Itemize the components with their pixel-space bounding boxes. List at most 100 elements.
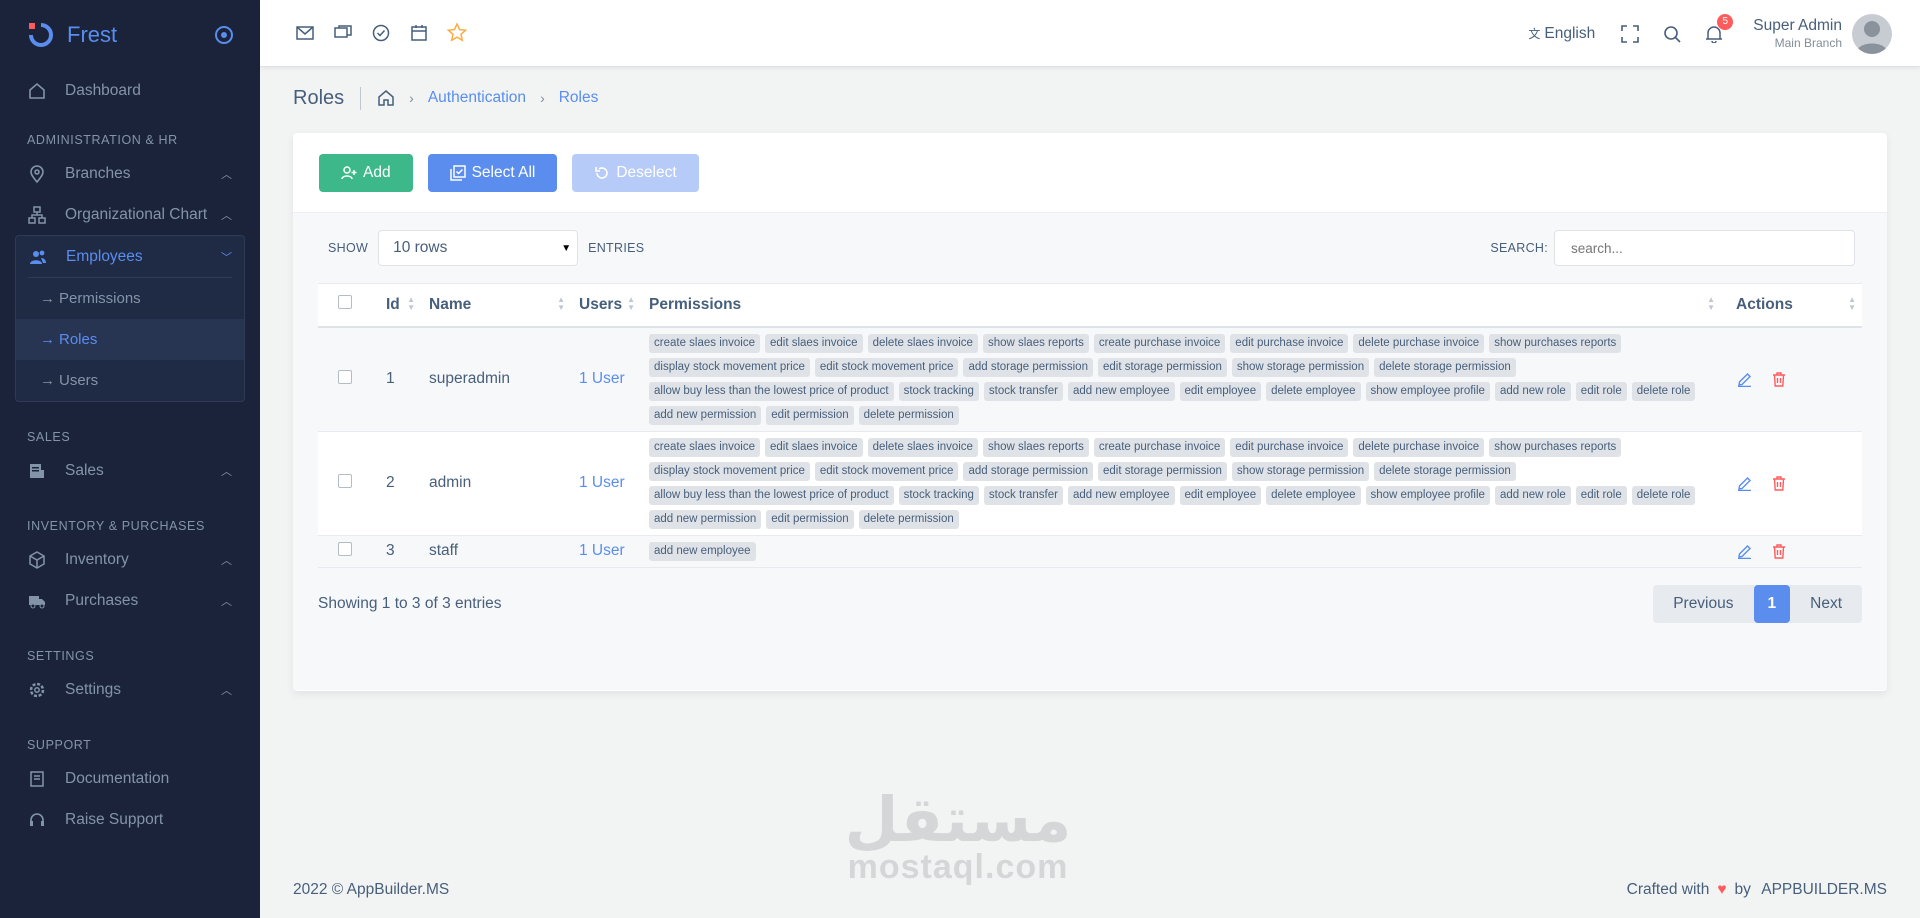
deselect-button[interactable]: Deselect — [572, 153, 699, 192]
sidebar-item-label: Branches — [65, 164, 131, 182]
column-header-permissions[interactable]: Permissions ▲ ▼ — [641, 283, 1721, 328]
user-branch: Main Branch — [1774, 36, 1842, 50]
users-link[interactable]: 1 User — [579, 542, 625, 559]
table-row[interactable]: 3 staff 1 User add new employee — [318, 535, 1862, 568]
trash-icon[interactable] — [1772, 543, 1786, 559]
sidebar-item-purchases[interactable]: Purchases ︿ — [0, 580, 260, 621]
sidebar-toggle-icon[interactable] — [215, 26, 233, 44]
sidebar-subitem-users[interactable]: → Users — [16, 360, 244, 401]
column-header-name[interactable]: Name ▲ ▼ — [421, 283, 571, 328]
permission-tag: delete role — [1631, 381, 1696, 401]
breadcrumb-roles[interactable]: Roles — [559, 89, 599, 107]
page-button-current[interactable]: 1 — [1753, 584, 1791, 623]
bell-icon[interactable]: 5 — [1703, 13, 1734, 45]
sidebar-item-raise-support[interactable]: Raise Support — [0, 799, 260, 840]
previous-button[interactable]: Previous — [1653, 585, 1753, 623]
permission-tag: show employee profile — [1365, 485, 1490, 505]
edit-icon[interactable] — [1737, 544, 1752, 559]
cell-users: 1 User — [571, 535, 641, 568]
permission-tags: add new employee — [649, 541, 1699, 561]
trash-icon[interactable] — [1772, 371, 1786, 387]
sort-icon: ▲ ▼ — [1707, 295, 1715, 312]
cell-permissions: add new employee — [641, 535, 1721, 568]
sidebar-item-inventory[interactable]: Inventory ︿ — [0, 539, 260, 580]
chat-icon[interactable] — [332, 22, 353, 43]
user-plus-icon — [341, 165, 357, 179]
sidebar-subitem-roles[interactable]: → Roles — [16, 319, 244, 360]
chevron-up-icon: ︿ — [221, 684, 232, 697]
star-icon[interactable] — [446, 22, 467, 43]
sidebar-item-documentation[interactable]: Documentation — [0, 758, 260, 799]
sidebar-item-sales[interactable]: Sales ︿ — [0, 450, 260, 491]
sidebar-item-branches[interactable]: Branches ︿ — [0, 153, 260, 194]
permission-tag: delete purchase invoice — [1353, 437, 1485, 457]
users-link[interactable]: 1 User — [579, 474, 625, 491]
rows-per-page-select[interactable]: 10 rows ▼ — [378, 230, 579, 266]
sidebar-item-label: Documentation — [65, 769, 170, 787]
section-header-inventory-purchases: INVENTORY & PURCHASES — [27, 519, 205, 533]
permission-tag: show purchases reports — [1489, 333, 1622, 353]
permission-tag: display stock movement price — [649, 461, 810, 481]
fullscreen-icon[interactable] — [1619, 23, 1641, 45]
section-header-admin-hr: ADMINISTRATION & HR — [27, 133, 178, 147]
edit-icon[interactable] — [1737, 476, 1752, 491]
row-checkbox[interactable] — [338, 369, 352, 384]
search-label: SEARCH: — [1490, 241, 1548, 255]
trash-icon[interactable] — [1772, 475, 1786, 491]
permission-tag: delete slaes invoice — [867, 437, 978, 457]
by-text: by — [1734, 881, 1751, 898]
sidebar-item-label: Settings — [65, 680, 122, 698]
calendar-icon[interactable] — [408, 22, 429, 43]
add-button[interactable]: Add — [319, 153, 413, 192]
table-header-row: Id ▲ ▼ Name ▲ ▼ Users ▲ ▼ Permissions ▲ ▼ Action… — [318, 283, 1862, 328]
sidebar-item-org-chart[interactable]: Organizational Chart ︿ — [0, 194, 260, 235]
permission-tag: add new role — [1494, 485, 1571, 505]
column-header-actions[interactable]: Actions ▲ ▼ — [1721, 283, 1862, 328]
row-checkbox-cell — [318, 431, 378, 536]
search-input[interactable] — [1554, 230, 1855, 266]
row-checkbox[interactable] — [338, 541, 352, 556]
truck-icon — [27, 591, 47, 611]
select-all-checkbox[interactable] — [338, 295, 352, 310]
headset-icon — [27, 810, 47, 830]
sidebar-item-employees[interactable]: Employees ﹀ — [16, 236, 244, 277]
sidebar-item-settings[interactable]: Settings ︿ — [0, 669, 260, 710]
permission-tag: allow buy less than the lowest price of … — [649, 381, 894, 401]
breadcrumb-authentication[interactable]: Authentication — [428, 89, 526, 107]
cell-name: staff — [421, 535, 571, 568]
user-info[interactable]: Super Admin Main Branch — [1753, 17, 1842, 50]
language-switcher[interactable]: 文 English — [1528, 25, 1595, 43]
language-label: English — [1544, 24, 1596, 42]
company-name[interactable]: APPBUILDER.MS — [1761, 881, 1887, 898]
sidebar-item-label: Dashboard — [65, 81, 141, 99]
cell-actions — [1721, 431, 1862, 536]
permission-tag: create purchase invoice — [1093, 437, 1226, 457]
table-row[interactable]: 1 superadmin 1 User create slaes invoice… — [318, 326, 1862, 432]
brand[interactable]: Frest — [0, 0, 260, 70]
mail-icon[interactable] — [294, 22, 315, 43]
edit-icon[interactable] — [1737, 372, 1752, 387]
sidebar-item-dashboard[interactable]: Dashboard — [0, 70, 260, 111]
sidebar-subitem-permissions[interactable]: → Permissions — [16, 278, 244, 319]
users-link[interactable]: 1 User — [579, 370, 625, 387]
select-all-button[interactable]: Select All — [427, 153, 558, 192]
table-row[interactable]: 2 admin 1 User create slaes invoice edit … — [318, 431, 1862, 536]
next-button[interactable]: Next — [1790, 585, 1862, 623]
row-checkbox[interactable] — [338, 473, 352, 488]
breadcrumb: Roles › Authentication › Roles — [293, 86, 612, 110]
home-icon — [27, 81, 47, 101]
page-footer: 2022 © AppBuilder.MS Crafted with ♥ by APP… — [293, 881, 1887, 899]
show-label: SHOW — [328, 241, 369, 255]
column-header-label: Permissions — [649, 295, 742, 313]
column-header-label: Actions — [1736, 295, 1793, 313]
permission-tag: add new role — [1494, 381, 1571, 401]
column-header-label: Users — [579, 295, 623, 313]
home-icon[interactable] — [377, 89, 395, 107]
sidebar-item-label: Employees — [66, 247, 143, 265]
avatar[interactable] — [1852, 13, 1892, 54]
check-circle-icon[interactable] — [370, 22, 391, 43]
column-header-id[interactable]: Id ▲ ▼ — [378, 283, 421, 328]
column-header-users[interactable]: Users ▲ ▼ — [571, 283, 641, 328]
permission-tag: show employee profile — [1365, 381, 1490, 401]
search-icon[interactable] — [1661, 23, 1683, 45]
